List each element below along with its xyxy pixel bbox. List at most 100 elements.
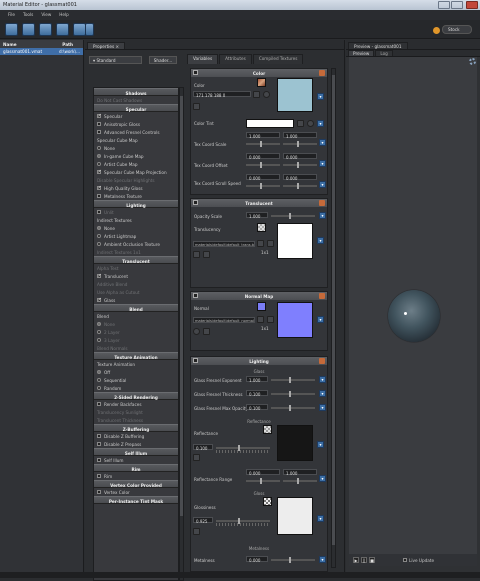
checkbox-box[interactable]: [97, 490, 101, 494]
maximize-button[interactable]: [451, 1, 463, 9]
translucency-texture-path[interactable]: materials\default\default_trans.tga: [193, 241, 255, 247]
checkbox-glass[interactable]: Glass: [94, 296, 178, 304]
tab-preview[interactable]: Preview: [348, 50, 375, 56]
texcoord-scale-x-slider[interactable]: [246, 141, 280, 147]
opacity-scale-dropdown[interactable]: ▾: [319, 212, 326, 219]
section-specular[interactable]: Specular: [94, 104, 178, 112]
section-2-sided-rendering[interactable]: 2-Sided Rendering: [94, 392, 178, 400]
normal-search-icon[interactable]: [203, 328, 210, 335]
stock-dropdown[interactable]: Stock: [433, 25, 472, 34]
checkbox-specular-cube-map-projection[interactable]: Specular Cube Map Projection: [94, 168, 178, 176]
checkbox-render-backfaces[interactable]: Render Backfaces: [94, 400, 178, 408]
eyedropper-icon[interactable]: [253, 91, 260, 98]
radio-dot[interactable]: [97, 338, 101, 342]
normal-map-header[interactable]: Normal Map: [191, 292, 327, 300]
texcoord-offset-x-slider[interactable]: [246, 162, 280, 168]
normal-browse-icon[interactable]: [257, 316, 264, 323]
texcoord-scroll-y[interactable]: 0.000: [283, 174, 317, 181]
checkbox-translucent[interactable]: Translucent: [94, 272, 178, 280]
reflectance-range-dropdown[interactable]: ▾: [319, 475, 326, 482]
translucency-search-icon[interactable]: [203, 251, 210, 258]
radio-in-game-cube-map[interactable]: In-game Cube Map: [94, 152, 178, 160]
texcoord-scale-y[interactable]: 1.000: [283, 132, 317, 139]
texcoord-scroll-y-slider[interactable]: [283, 183, 317, 189]
radio-dot[interactable]: [97, 154, 101, 158]
reflectance-range-max-slider[interactable]: [283, 478, 317, 484]
metalness-dropdown[interactable]: ▾: [319, 556, 326, 563]
fresnel-exponent-dropdown[interactable]: ▾: [319, 376, 326, 383]
reflectance-value[interactable]: 0.100: [193, 444, 213, 451]
checkbox-disable-z-buffering[interactable]: Disable Z Buffering: [94, 432, 178, 440]
checkbox-box[interactable]: [97, 402, 101, 406]
translucency-play-icon[interactable]: [193, 251, 200, 258]
menu-tools[interactable]: Tools: [23, 12, 33, 20]
checkbox-box[interactable]: [97, 273, 102, 279]
checkbox-high-quality-gloss[interactable]: High Quality Gloss: [94, 184, 178, 192]
radio-dot[interactable]: [97, 322, 101, 326]
texcoord-scale-x[interactable]: 1.000: [246, 132, 280, 139]
section-lighting[interactable]: Lighting: [94, 200, 178, 208]
checkbox-box[interactable]: [97, 194, 101, 198]
live-update-checkbox[interactable]: [403, 558, 407, 562]
radio-dot[interactable]: [97, 226, 101, 230]
normal-dropdown[interactable]: ▾: [317, 316, 324, 323]
checkbox-disable-z-prepass[interactable]: Disable Z Prepass: [94, 440, 178, 448]
fresnel-opacity-dropdown[interactable]: ▾: [319, 404, 326, 411]
minimize-button[interactable]: [438, 1, 450, 9]
glossiness-slider[interactable]: [216, 518, 270, 524]
reflectance-slider[interactable]: [216, 445, 270, 451]
radio-none[interactable]: None: [94, 320, 178, 328]
save-all-icon[interactable]: [56, 23, 69, 36]
checkbox-box[interactable]: [97, 458, 101, 462]
section-z-buffering[interactable]: Z-Buffering: [94, 424, 178, 432]
radio-dot[interactable]: [97, 242, 101, 246]
color-swatch[interactable]: [277, 78, 313, 112]
new-file-icon[interactable]: [5, 23, 18, 36]
checkbox-specular[interactable]: Specular: [94, 112, 178, 120]
save-icon[interactable]: [39, 23, 52, 36]
checkbox-anisotropic-gloss[interactable]: Anisotropic Gloss: [94, 120, 178, 128]
color-rgb-field[interactable]: 171 178 188 0: [193, 91, 251, 98]
glossiness-value[interactable]: 0.925: [193, 517, 213, 524]
metalness-value[interactable]: 0.000: [246, 556, 268, 563]
checkbox-box[interactable]: [97, 434, 101, 438]
section-self-illum[interactable]: Self Illum: [94, 448, 178, 456]
radio-random[interactable]: Random: [94, 384, 178, 392]
section-shadows[interactable]: Shadows: [94, 88, 178, 96]
fresnel-opacity-slider[interactable]: [271, 405, 315, 411]
radio-2-layer[interactable]: 2 Layer: [94, 328, 178, 336]
checkbox-advanced-fresnel-controls[interactable]: Advanced Fresnel Controls: [94, 128, 178, 136]
section-rim[interactable]: Rim: [94, 464, 178, 472]
checkbox-box[interactable]: [97, 210, 101, 214]
open-texture-icon[interactable]: [267, 240, 274, 247]
reflectance-dropdown[interactable]: ▾: [317, 441, 324, 448]
pause-icon[interactable]: ‖: [361, 557, 367, 563]
tab-properties[interactable]: Properties ×: [87, 42, 126, 49]
texcoord-offset-y[interactable]: 0.000: [283, 153, 317, 160]
radio-dot[interactable]: [97, 386, 101, 390]
fresnel-thickness-dropdown[interactable]: ▾: [319, 390, 326, 397]
checkbox-rim[interactable]: Rim: [94, 472, 178, 480]
texcoord-scroll-dropdown[interactable]: ▾: [319, 181, 326, 188]
menu-help[interactable]: Help: [59, 12, 69, 20]
opacity-scale-value[interactable]: 1.000: [246, 212, 268, 219]
texcoord-offset-y-slider[interactable]: [283, 162, 317, 168]
menu-view[interactable]: View: [41, 12, 51, 20]
radio-dot[interactable]: [97, 146, 101, 150]
color-tint-swatch[interactable]: [246, 119, 294, 128]
shader-combo[interactable]: ▾ Standard: [89, 56, 142, 64]
texcoord-scale-y-slider[interactable]: [283, 141, 317, 147]
section-texture-animation[interactable]: Texture Animation: [94, 352, 178, 360]
radio-dot[interactable]: [97, 234, 101, 238]
tint-eyedropper-icon[interactable]: [297, 120, 304, 127]
preview-title[interactable]: Preview - glassmat001: [348, 42, 408, 49]
reflectance-range-min[interactable]: 0.000: [246, 469, 280, 476]
fresnel-exponent-slider[interactable]: [271, 377, 315, 383]
play-icon[interactable]: ▶: [353, 557, 359, 563]
gloss-search-icon[interactable]: [193, 528, 200, 535]
normal-texture-thumb[interactable]: [257, 302, 266, 311]
translucency-dropdown[interactable]: ▾: [317, 237, 324, 244]
translucent-header[interactable]: Translucent: [191, 199, 327, 207]
checkbox-box[interactable]: [97, 297, 102, 303]
radio-none[interactable]: None: [94, 144, 178, 152]
